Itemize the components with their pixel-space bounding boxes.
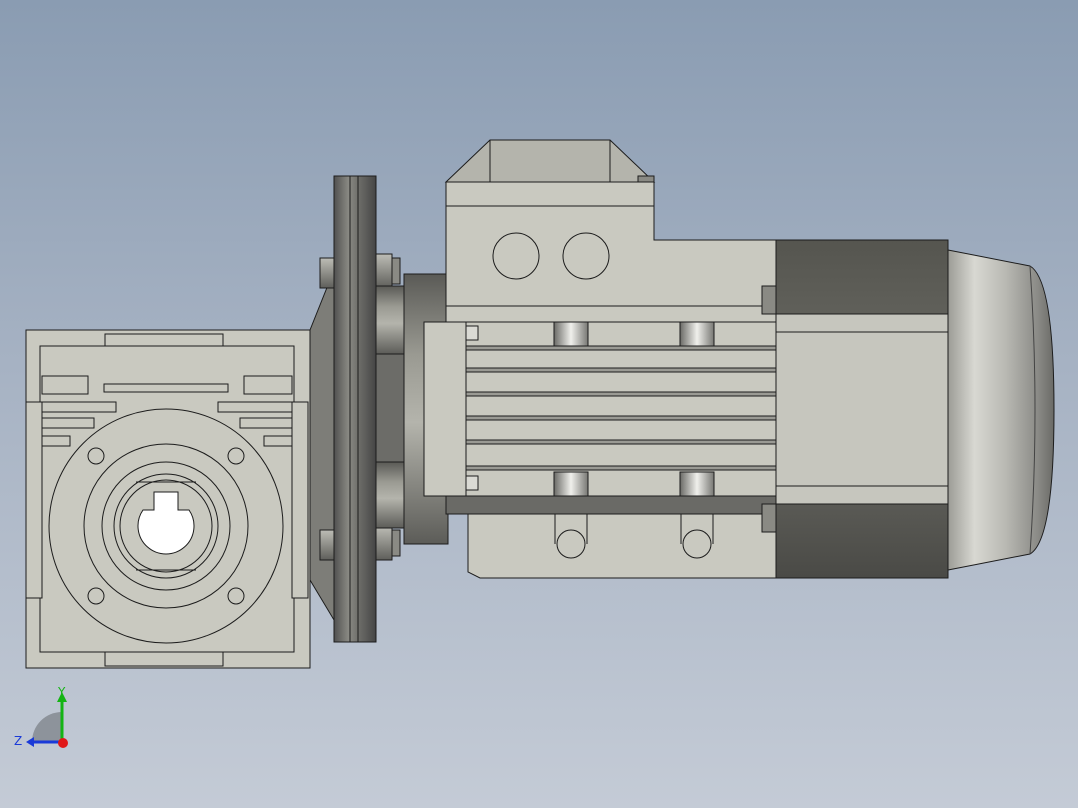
fan-cover[interactable] bbox=[947, 249, 1055, 571]
motor-body[interactable] bbox=[423, 305, 777, 579]
terminal-box[interactable] bbox=[444, 139, 777, 307]
worm-gearbox[interactable] bbox=[25, 329, 311, 669]
graphics-viewport[interactable]: Y Z bbox=[0, 0, 1078, 808]
x-axis-dot-icon bbox=[58, 738, 68, 748]
z-axis-label: Z bbox=[14, 734, 22, 748]
cad-model-view[interactable] bbox=[0, 0, 1078, 808]
motor-end-cover[interactable] bbox=[761, 239, 949, 579]
z-axis-arrowhead-icon bbox=[26, 737, 34, 747]
triad-arc-icon bbox=[32, 712, 62, 742]
coordinate-triad: Y Z bbox=[14, 685, 68, 748]
y-axis-label: Y bbox=[57, 685, 66, 699]
